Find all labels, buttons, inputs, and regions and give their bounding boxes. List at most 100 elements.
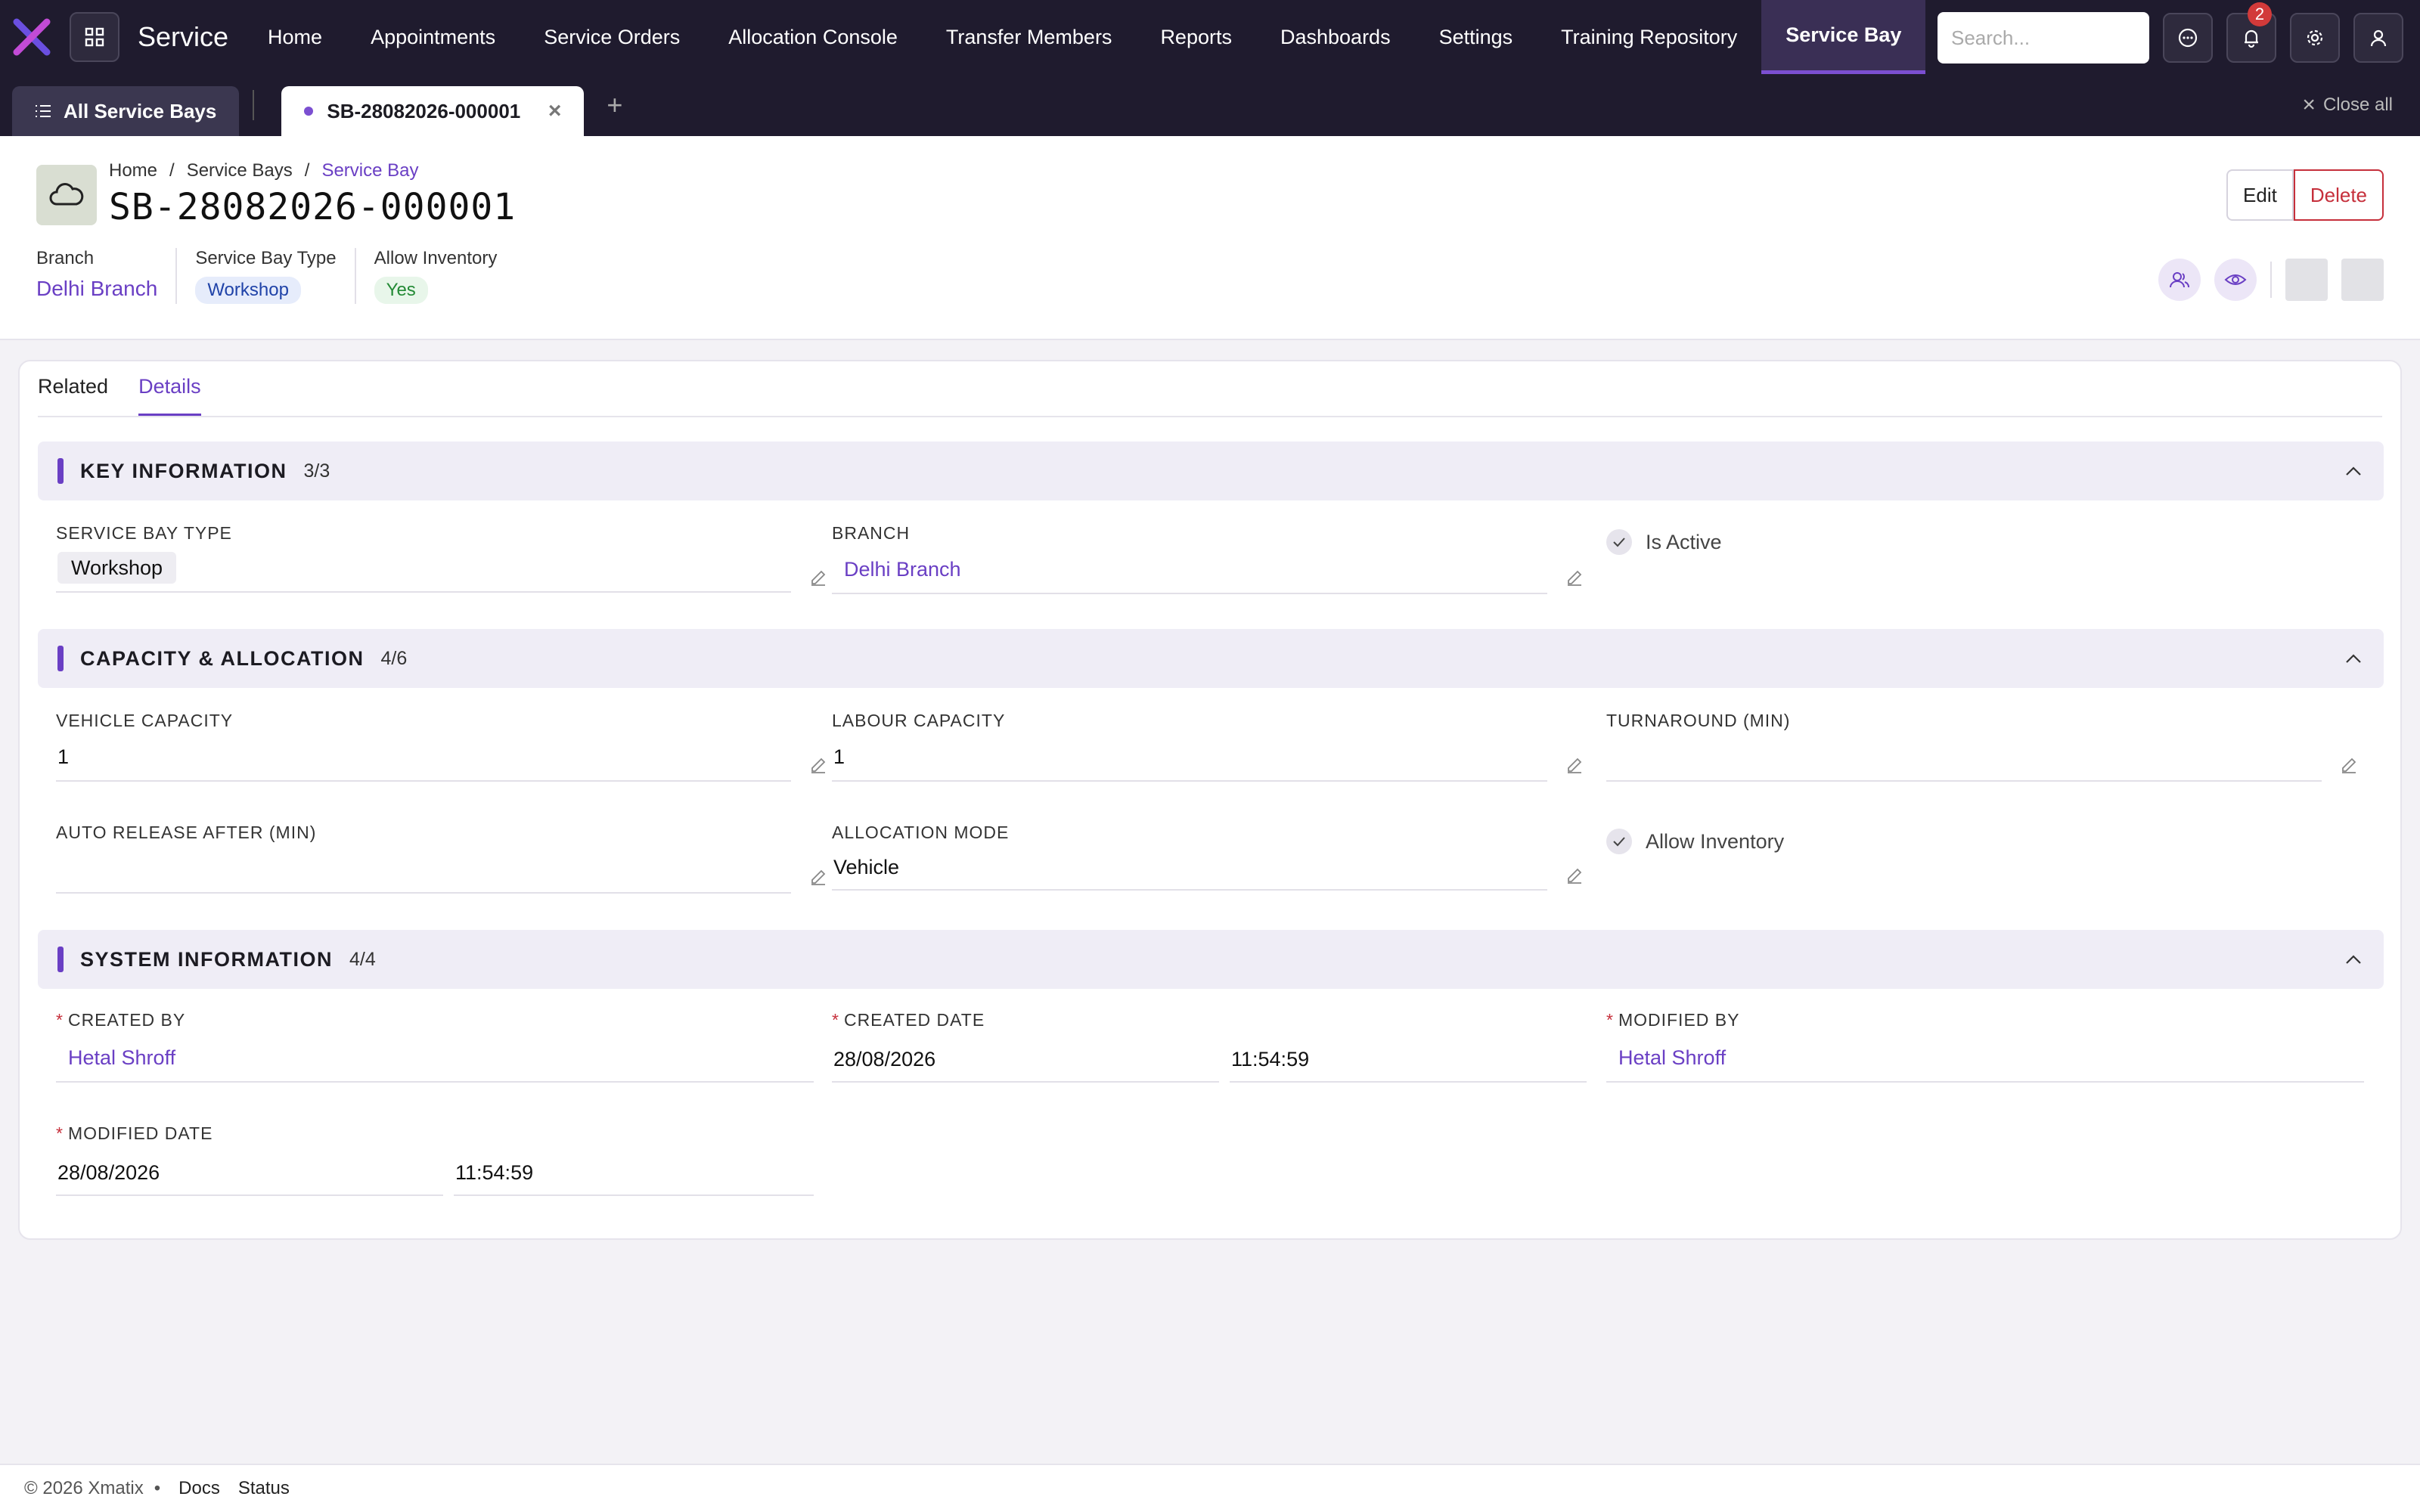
created-by-link[interactable]: Hetal Shroff	[68, 1046, 175, 1070]
nav-item-allocation-console[interactable]: Allocation Console	[704, 0, 922, 74]
field-label: VEHICLE CAPACITY	[56, 711, 234, 730]
created-date-value: 28/08/2026	[833, 1048, 936, 1070]
pencil-icon[interactable]	[809, 756, 827, 774]
nav-item-training-repository[interactable]: Training Repository	[1537, 0, 1761, 74]
nav-item-reports[interactable]: Reports	[1136, 0, 1256, 74]
field-label: ALLOCATION MODE	[832, 823, 1010, 842]
field-label-text: CREATED DATE	[843, 1010, 985, 1030]
branch-link[interactable]: Delhi Branch	[36, 277, 157, 301]
delete-button[interactable]: Delete	[2293, 169, 2384, 221]
pencil-icon[interactable]	[2340, 756, 2358, 774]
section-capacity-allocation[interactable]: CAPACITY & ALLOCATION 4/6	[38, 629, 2384, 688]
users-icon	[2170, 272, 2189, 288]
nav-item-service-bay[interactable]: Service Bay	[1761, 0, 1926, 74]
chat-button[interactable]	[2163, 13, 2213, 63]
meta-allow-inventory: Allow Inventory Yes	[374, 248, 516, 304]
chevron-up-icon[interactable]	[2344, 465, 2363, 477]
field-auto-release: AUTO RELEASE AFTER (MIN)	[56, 823, 826, 894]
meta-label: Branch	[36, 248, 95, 268]
chevron-up-icon[interactable]	[2344, 652, 2363, 665]
placeholder-action-1[interactable]	[2285, 259, 2328, 301]
user-profile-button[interactable]	[2353, 13, 2403, 63]
field-underline	[832, 780, 1547, 782]
workspace-tabs: All Service Bays SB-28082026-000001 × + …	[0, 74, 2420, 136]
followers-button[interactable]	[2158, 259, 2201, 301]
divider	[2270, 262, 2272, 298]
checkbox-is-active[interactable]: Is Active	[1606, 529, 1722, 555]
field-label: * CREATED BY	[56, 1010, 814, 1030]
section-count: 3/3	[303, 460, 330, 482]
app-name: Service	[138, 21, 229, 52]
field-modified-by: * MODIFIED BY Hetal Shroff	[1606, 1010, 2364, 1083]
docs-link[interactable]: Docs	[178, 1478, 220, 1499]
xmatix-logo-icon[interactable]	[11, 16, 53, 58]
modified-by-link[interactable]: Hetal Shroff	[1618, 1046, 1726, 1070]
breadcrumb-separator: /	[304, 160, 310, 181]
footer-bullet: •	[154, 1478, 161, 1498]
nav-item-dashboards[interactable]: Dashboards	[1256, 0, 1415, 74]
gear-icon	[2307, 29, 2323, 46]
nav-item-transfer-members[interactable]: Transfer Members	[922, 0, 1137, 74]
tab-related[interactable]: Related	[38, 375, 108, 417]
pencil-icon[interactable]	[809, 868, 827, 886]
section-title: KEY INFORMATION	[80, 459, 287, 482]
nav-item-settings[interactable]: Settings	[1415, 0, 1537, 74]
field-label: AUTO RELEASE AFTER (MIN)	[56, 823, 317, 842]
pencil-icon[interactable]	[809, 569, 827, 587]
app-launcher-button[interactable]	[70, 12, 119, 62]
notification-badge: 2	[2248, 2, 2272, 26]
field-underline	[56, 1081, 814, 1083]
main-nav: Home Appointments Service Orders Allocat…	[244, 0, 1926, 74]
watch-button[interactable]	[2214, 259, 2257, 301]
checkbox-label: Allow Inventory	[1646, 829, 1785, 853]
close-tab-icon[interactable]: ×	[548, 98, 562, 124]
search-input[interactable]	[1938, 12, 2149, 64]
field-labour-capacity: LABOUR CAPACITY 1	[832, 711, 1588, 782]
placeholder-action-2[interactable]	[2341, 259, 2384, 301]
bell-icon	[2245, 29, 2258, 48]
eye-icon	[2224, 274, 2247, 285]
field-underline	[56, 780, 791, 782]
field-label: TURNAROUND (MIN)	[1606, 711, 1791, 730]
nav-item-service-orders[interactable]: Service Orders	[520, 0, 704, 74]
pencil-icon[interactable]	[1565, 756, 1584, 774]
pencil-icon[interactable]	[1565, 569, 1584, 587]
field-vehicle-capacity: VEHICLE CAPACITY 1	[56, 711, 826, 782]
chat-icon	[2178, 28, 2198, 48]
section-system-information[interactable]: SYSTEM INFORMATION 4/4	[38, 930, 2384, 989]
field-underline	[454, 1194, 814, 1196]
close-all-button[interactable]: × Close all	[2302, 92, 2393, 118]
checkbox-allow-inventory[interactable]: Allow Inventory	[1606, 829, 1784, 854]
nav-item-home[interactable]: Home	[244, 0, 346, 74]
section-count: 4/4	[349, 948, 376, 970]
settings-button[interactable]	[2290, 13, 2340, 63]
branch-value-link[interactable]: Delhi Branch	[844, 558, 961, 581]
breadcrumb-service-bays[interactable]: Service Bays	[187, 160, 293, 181]
vehicle-capacity-value[interactable]: 1	[57, 745, 69, 769]
allocation-mode-value[interactable]: Vehicle	[833, 856, 899, 879]
tab-all-service-bays[interactable]: All Service Bays	[12, 86, 240, 136]
field-underline	[1230, 1081, 1587, 1083]
notifications-button[interactable]: 2	[2226, 2, 2276, 63]
tab-details[interactable]: Details	[138, 375, 201, 417]
labour-capacity-value[interactable]: 1	[833, 745, 845, 769]
chevron-up-icon[interactable]	[2344, 953, 2363, 965]
nav-right-tools: 2	[1938, 2, 2403, 64]
meta-label: Allow Inventory	[374, 248, 498, 268]
record-header: Home / Service Bays / Service Bay SB-280…	[0, 136, 2420, 340]
service-bay-type-chip: Workshop	[57, 552, 177, 584]
section-key-information[interactable]: KEY INFORMATION 3/3	[38, 442, 2384, 500]
grid-icon	[85, 27, 104, 47]
edit-button[interactable]: Edit	[2226, 169, 2294, 221]
nav-item-appointments[interactable]: Appointments	[346, 0, 520, 74]
meta-label: Service Bay Type	[195, 248, 337, 268]
section-accent	[57, 646, 64, 671]
breadcrumb-home[interactable]: Home	[109, 160, 157, 181]
meta-service-bay-type: Service Bay Type Workshop	[195, 248, 356, 304]
tab-service-bay-record[interactable]: SB-28082026-000001 ×	[281, 86, 585, 136]
add-tab-icon[interactable]: +	[607, 89, 622, 121]
top-navbar: Service Home Appointments Service Orders…	[0, 0, 2420, 74]
status-link[interactable]: Status	[238, 1478, 290, 1499]
active-dot-icon	[304, 107, 314, 116]
pencil-icon[interactable]	[1565, 866, 1584, 885]
